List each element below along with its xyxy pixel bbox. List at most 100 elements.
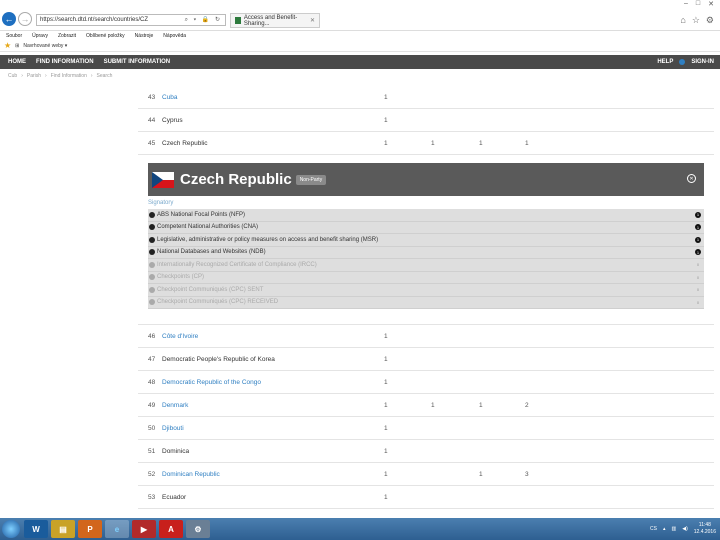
clock[interactable]: 11:48 12.4.2016 <box>694 522 716 536</box>
tab-title: Access and Benefit-Sharing... <box>243 14 298 27</box>
country-name[interactable]: Czech Republic <box>162 140 208 147</box>
breadcrumb-item[interactable]: Cub <box>8 73 17 79</box>
menu-item-edit[interactable]: Úpravy <box>32 33 48 39</box>
nav-home[interactable]: HOME <box>8 59 26 65</box>
circle-icon <box>149 249 155 256</box>
tray-arrow-icon[interactable]: ▴ <box>663 526 666 532</box>
count-badge: 1 <box>695 224 701 231</box>
count-cell: 3 <box>525 470 529 478</box>
minimize-icon[interactable]: – <box>684 0 688 8</box>
count-cell: 1 <box>431 401 435 409</box>
menu-item-file[interactable]: Soubor <box>6 33 22 39</box>
country-name[interactable]: Djibouti <box>162 425 184 432</box>
menu-item-tools[interactable]: Nástroje <box>135 33 154 39</box>
close-icon[interactable]: ✕ <box>687 174 696 183</box>
maximize-icon[interactable]: □ <box>696 0 700 8</box>
count-badge: 0 <box>696 287 700 293</box>
breadcrumb-item[interactable]: Parish <box>27 73 41 79</box>
control-panel-icon[interactable]: ⚙ <box>186 520 210 538</box>
country-name[interactable]: Cuba <box>162 94 178 101</box>
table-row[interactable]: 51 Dominica 1 <box>138 440 714 463</box>
category-item[interactable]: Legislative, administrative or policy me… <box>148 234 704 247</box>
country-name[interactable]: Ecuador <box>162 494 186 501</box>
category-item[interactable]: National Databases and Websites (NDB) 1 <box>148 247 704 259</box>
circle-icon <box>149 274 155 281</box>
address-url: https://search.dtd.nt/search/countries/C… <box>40 17 149 23</box>
menu-item-help[interactable]: Nápověda <box>163 33 186 39</box>
table-row[interactable]: 52 Dominican Republic 1 1 3 <box>138 463 714 486</box>
count-cell: 1 <box>384 332 388 340</box>
word-icon[interactable]: W <box>24 520 48 538</box>
category-item[interactable]: Competent National Authorities (CNA) 1 <box>148 222 704 234</box>
powerpoint-icon[interactable]: P <box>78 520 102 538</box>
browser-tool-icons: ⌂ ☆ ⚙ <box>680 15 714 26</box>
count-cell: 1 <box>384 116 388 124</box>
count-cell: 1 <box>384 470 388 478</box>
settings-gear-icon[interactable]: ⚙ <box>706 15 714 26</box>
table-row-expanded[interactable]: 45 Czech Republic 1 1 1 1 <box>138 132 714 155</box>
table-row[interactable]: 49 Denmark 1 1 1 2 <box>138 394 714 417</box>
table-row[interactable]: 53 Ecuador 1 <box>138 486 714 509</box>
media-player-icon[interactable]: ▶ <box>132 520 156 538</box>
add-favorite-icon[interactable]: ⊞ <box>15 43 19 49</box>
count-cell: 1 <box>384 447 388 455</box>
chevron-right-icon: › <box>21 73 23 79</box>
language-indicator[interactable]: CS <box>650 526 657 532</box>
circle-icon <box>149 224 155 231</box>
count-badge: 0 <box>696 299 700 305</box>
circle-icon <box>149 236 155 243</box>
favorites-bar: ★ ⊞ Navrhované weby ▾ <box>0 40 720 52</box>
country-name[interactable]: Dominican Republic <box>162 471 220 478</box>
internet-explorer-icon[interactable]: e <box>105 520 129 538</box>
table-row[interactable]: 44 Cyprus 1 <box>138 109 714 132</box>
circle-icon <box>149 286 155 293</box>
table-row[interactable]: 47 Democratic People's Republic of Korea… <box>138 348 714 371</box>
country-name[interactable]: Democratic Republic of the Congo <box>162 379 261 386</box>
country-name[interactable]: Cyprus <box>162 117 183 124</box>
nav-sign-in[interactable]: SIGN-IN <box>691 59 714 65</box>
home-icon[interactable]: ⌂ <box>680 15 685 26</box>
address-controls[interactable]: ⌕ ▾ 🔒 ↻ <box>185 16 222 24</box>
circle-icon <box>149 261 155 268</box>
back-button[interactable]: ← <box>2 12 16 26</box>
volume-icon[interactable]: ◀) <box>682 526 688 532</box>
address-bar[interactable]: https://search.dtd.nt/search/countries/C… <box>36 14 226 26</box>
acrobat-reader-icon[interactable]: A <box>159 520 183 538</box>
nav-submit-information[interactable]: SUBMIT INFORMATION <box>104 59 171 65</box>
table-row[interactable]: 48 Democratic Republic of the Congo 1 <box>138 371 714 394</box>
forward-button[interactable]: → <box>18 12 32 26</box>
count-cell: 1 <box>479 139 483 147</box>
table-row[interactable]: 50 Djibouti 1 <box>138 417 714 440</box>
nav-help[interactable]: HELP <box>657 59 673 65</box>
country-name[interactable]: Côte d'Ivoire <box>162 333 198 340</box>
favorites-star-icon[interactable]: ☆ <box>692 15 700 26</box>
favorites-star-icon[interactable]: ★ <box>4 41 11 50</box>
table-row[interactable]: 43 Cuba 1 <box>138 86 714 109</box>
country-name[interactable]: Denmark <box>162 402 188 409</box>
signatory-label[interactable]: Signatory <box>148 200 704 206</box>
menu-item-view[interactable]: Zobrazit <box>58 33 76 39</box>
table-row[interactable]: 46 Côte d'Ivoire 1 <box>138 325 714 348</box>
circle-icon <box>149 211 155 218</box>
circle-icon <box>149 299 155 306</box>
network-icon[interactable]: ▥ <box>672 526 677 532</box>
chevron-right-icon: › <box>90 73 93 79</box>
breadcrumb-item[interactable]: Find Information <box>51 73 87 79</box>
country-name[interactable]: Democratic People's Republic of Korea <box>162 356 275 363</box>
count-badge: 1 <box>695 211 701 218</box>
suggested-sites-link[interactable]: Navrhované weby ▾ <box>23 43 67 49</box>
start-button[interactable] <box>2 520 20 538</box>
file-explorer-icon[interactable]: ▤ <box>51 520 75 538</box>
tab-close-icon[interactable]: ✕ <box>310 17 315 24</box>
category-item[interactable]: ABS National Focal Points (NFP) 1 <box>148 209 704 222</box>
menu-item-favorites[interactable]: Oblíbené položky <box>86 33 125 39</box>
country-list: 43 Cuba 1 44 Cyprus 1 45 Czech Republic … <box>138 86 714 516</box>
country-detail-header: Czech Republic Non-Party ✕ <box>148 163 704 196</box>
nav-find-information[interactable]: FIND INFORMATION <box>36 59 94 65</box>
close-icon[interactable]: ✕ <box>708 0 714 8</box>
row-number: 49 <box>148 401 156 409</box>
category-item: Checkpoint Communiqués (CPC) SENT 0 <box>148 284 704 297</box>
count-badge: 0 <box>696 274 700 280</box>
country-name[interactable]: Dominica <box>162 448 189 455</box>
browser-tab[interactable]: Access and Benefit-Sharing... ✕ <box>230 13 320 28</box>
